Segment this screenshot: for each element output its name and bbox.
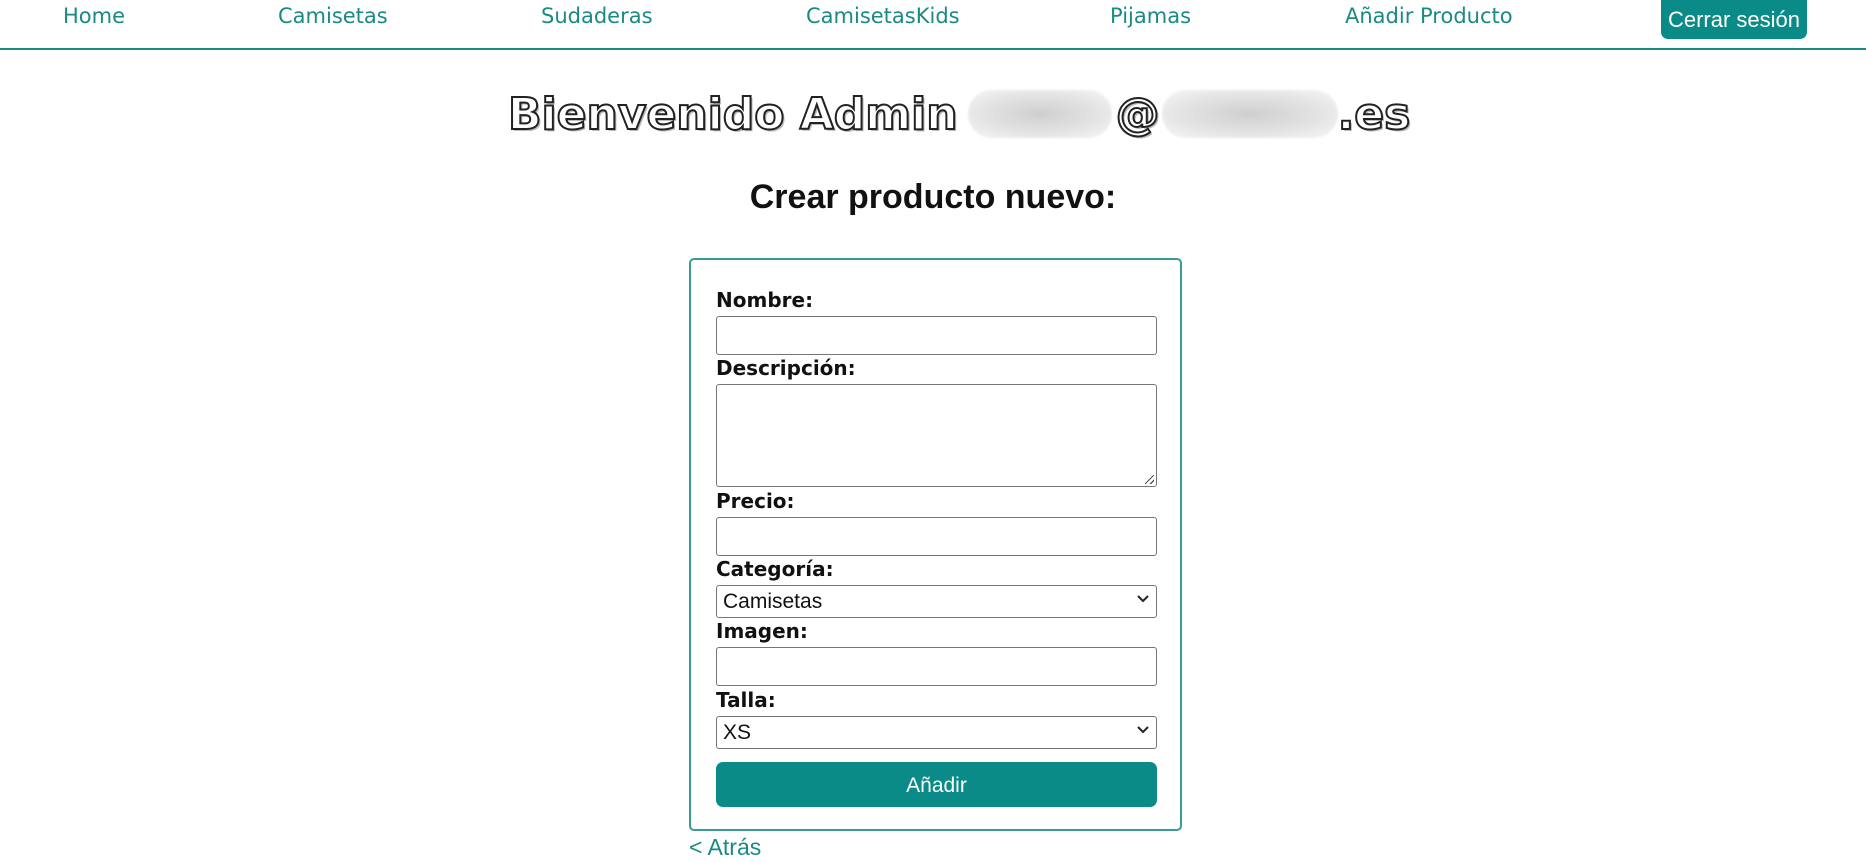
- nombre-input[interactable]: [716, 316, 1157, 355]
- page-title: Crear producto nuevo:: [749, 178, 1117, 216]
- chevron-down-icon: [1137, 595, 1149, 603]
- welcome-prefix: Bienvenido Admin: [507, 88, 959, 141]
- nav-link-home[interactable]: Home: [63, 4, 125, 28]
- anadir-button[interactable]: Añadir: [716, 762, 1157, 807]
- imagen-input[interactable]: [716, 647, 1157, 686]
- precio-input[interactable]: [716, 517, 1157, 556]
- categoria-label: Categoría:: [716, 557, 834, 581]
- redacted-domain: [1161, 90, 1338, 138]
- welcome-heading: Bienvenido Admin @ .es: [507, 84, 1412, 144]
- back-link[interactable]: < Atrás: [689, 834, 761, 861]
- descripcion-textarea[interactable]: [716, 384, 1157, 487]
- nav-link-camisetas[interactable]: Camisetas: [278, 4, 388, 28]
- nav-link-anadir-producto[interactable]: Añadir Producto: [1345, 4, 1513, 28]
- welcome-domain-suffix: .es: [1337, 88, 1412, 141]
- resize-grip-icon[interactable]: [1145, 475, 1154, 484]
- precio-label: Precio:: [716, 489, 795, 513]
- logout-button[interactable]: Cerrar sesión: [1661, 0, 1807, 39]
- redacted-username: [967, 90, 1112, 138]
- nav-link-camisetaskids[interactable]: CamisetasKids: [806, 4, 960, 28]
- imagen-label: Imagen:: [716, 619, 808, 643]
- nav-link-sudaderas[interactable]: Sudaderas: [541, 4, 653, 28]
- welcome-at: @: [1115, 88, 1161, 141]
- talla-selected-value: XS: [723, 721, 752, 744]
- nombre-label: Nombre:: [716, 288, 814, 312]
- chevron-down-icon: [1137, 726, 1149, 734]
- descripcion-label: Descripción:: [716, 356, 856, 380]
- categoria-selected-value: Camisetas: [723, 590, 823, 613]
- talla-label: Talla:: [716, 688, 776, 712]
- talla-select[interactable]: XS: [716, 716, 1157, 749]
- create-product-form: Nombre: Descripción: Precio: Categoría: …: [689, 258, 1182, 831]
- top-navbar: Home Camisetas Sudaderas CamisetasKids P…: [0, 0, 1866, 50]
- nav-link-pijamas[interactable]: Pijamas: [1110, 4, 1191, 28]
- categoria-select[interactable]: Camisetas: [716, 585, 1157, 618]
